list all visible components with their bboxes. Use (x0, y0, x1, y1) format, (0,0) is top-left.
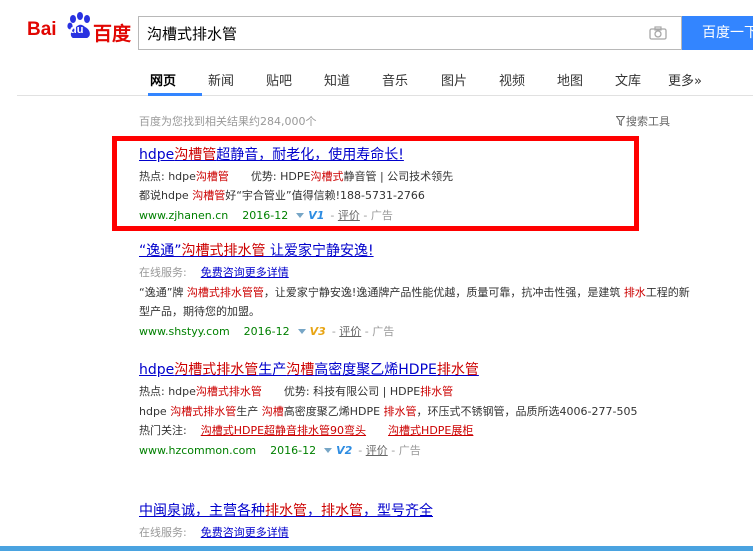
tab-video[interactable]: 视频 (499, 70, 525, 89)
tab-web[interactable]: 网页 (150, 70, 176, 89)
result-item-1: hdpe沟槽管超静音，耐老化，使用寿命长! 热点: hdpe沟槽管 优势: HDP… (139, 144, 699, 223)
v3-badge-icon[interactable]: V3 (310, 325, 326, 338)
tab-images[interactable]: 图片 (441, 70, 467, 89)
active-tab-indicator (148, 93, 202, 96)
result-date: 2016-12 (270, 444, 317, 457)
result-snippet: hdpe 沟槽式排水管生产 沟槽高密度聚乙烯HDPE 排水管，环压式不锈钢管，品… (139, 405, 638, 418)
ad-label: - 广告 (363, 209, 393, 222)
search-tools-button[interactable]: 搜索工具 (616, 113, 670, 129)
hot-link-1[interactable]: 沟槽式HDPE超静音排水管90弯头 (201, 424, 366, 437)
dropdown-arrow-icon[interactable] (297, 329, 306, 334)
result-hotspot-line: 热点: hdpe沟槽式排水管 优势: 科技有限公司 | HDPE排水管 (139, 385, 454, 398)
camera-icon[interactable] (649, 26, 667, 40)
tab-wenku[interactable]: 文库 (615, 70, 641, 89)
tab-zhidao[interactable]: 知道 (324, 70, 350, 89)
hot-link-2[interactable]: 沟槽式HDPE展柜 (388, 424, 473, 437)
result-url[interactable]: www.hzcommon.com (139, 444, 256, 457)
result-title-link[interactable]: hdpe沟槽管超静音，耐老化，使用寿命长! (139, 144, 404, 164)
result-url-line: www.hzcommon.com 2016-12 V2- 评价 - 广告 (139, 444, 421, 457)
search-button[interactable]: 百度一下 (682, 16, 753, 50)
result-url[interactable]: www.shstyy.com (139, 325, 230, 338)
service-link[interactable]: 免费咨询更多详情 (201, 526, 289, 539)
result-snippet: “逸通”牌 沟槽式排水管管，让爱家宁静安逸!逸通牌产品性能优越，质量可靠，抗冲击… (139, 286, 690, 318)
bottom-scroll-edge (0, 546, 753, 551)
search-tools-label: 搜索工具 (626, 115, 670, 128)
search-tabs: 网页 新闻 贴吧 知道 音乐 图片 视频 地图 文库 更多» (17, 60, 753, 96)
result-count: 百度为您找到相关结果约284,000个 (139, 115, 317, 128)
result-title-link[interactable]: hdpe沟槽式排水管生产沟槽高密度聚乙烯HDPE排水管 (139, 359, 479, 379)
result-date: 2016-12 (242, 209, 289, 222)
dropdown-arrow-icon[interactable] (324, 448, 333, 453)
result-item-4: 中闽泉诚，主营各种排水管，排水管，型号齐全 在线服务: 免费咨询更多详情 (139, 500, 699, 539)
logo-text-cn: 百度 (93, 24, 132, 45)
result-service-line: 在线服务: 免费咨询更多详情 (139, 526, 289, 539)
tab-news[interactable]: 新闻 (208, 70, 234, 89)
evaluate-link[interactable]: 评价 (366, 444, 388, 457)
ad-label: - 广告 (391, 444, 421, 457)
tab-tieba[interactable]: 贴吧 (266, 70, 292, 89)
result-hotspot-line: 热点: hdpe沟槽管 优势: HDPE沟槽式静音管 | 公司技术领先 (139, 170, 454, 183)
tab-more[interactable]: 更多» (668, 70, 702, 89)
service-link[interactable]: 免费咨询更多详情 (201, 266, 289, 279)
search-box (138, 16, 682, 50)
v1-badge-icon[interactable]: V1 (308, 209, 324, 222)
result-url-line: www.zjhanen.cn 2016-12 V1- 评价 - 广告 (139, 209, 393, 222)
tab-map[interactable]: 地图 (557, 70, 583, 89)
result-title-link[interactable]: 中闽泉诚，主营各种排水管，排水管，型号齐全 (139, 500, 433, 520)
search-input[interactable] (139, 17, 639, 49)
result-hot-links: 热门关注: 沟槽式HDPE超静音排水管90弯头 沟槽式HDPE展柜 (139, 424, 474, 437)
result-title-link[interactable]: “逸通”沟槽式排水管 让爱家宁静安逸! (139, 240, 374, 260)
funnel-icon (616, 116, 625, 126)
evaluate-link[interactable]: 评价 (339, 325, 361, 338)
result-service-line: 在线服务: 免费咨询更多详情 (139, 266, 289, 279)
tab-music[interactable]: 音乐 (382, 70, 408, 89)
v2-badge-icon[interactable]: V2 (336, 444, 352, 457)
search-results-page: Bai du 百度 百度一下 网页 新闻 贴吧 知道 音乐 图片 视频 地图 文… (0, 0, 753, 551)
result-date: 2016-12 (243, 325, 290, 338)
ad-label: - 广告 (364, 325, 395, 338)
dropdown-arrow-icon[interactable] (296, 213, 305, 218)
evaluate-link[interactable]: 评价 (338, 209, 360, 222)
result-item-3: hdpe沟槽式排水管生产沟槽高密度聚乙烯HDPE排水管 热点: hdpe沟槽式排… (139, 359, 699, 458)
logo-text-du: du (70, 24, 84, 36)
logo-text-bai: Bai (27, 19, 57, 40)
result-description: 都说hdpe 沟槽管好“宇合管业”值得信赖!188-5731-2766 (139, 189, 425, 202)
result-url-line: www.shstyy.com 2016-12 V3- 评价 - 广告 (139, 325, 395, 338)
baidu-logo[interactable]: Bai du 百度 (27, 10, 131, 48)
result-url[interactable]: www.zjhanen.cn (139, 209, 228, 222)
result-item-2: “逸通”沟槽式排水管 让爱家宁静安逸! 在线服务: 免费咨询更多详情 “逸通”牌 … (139, 240, 699, 339)
